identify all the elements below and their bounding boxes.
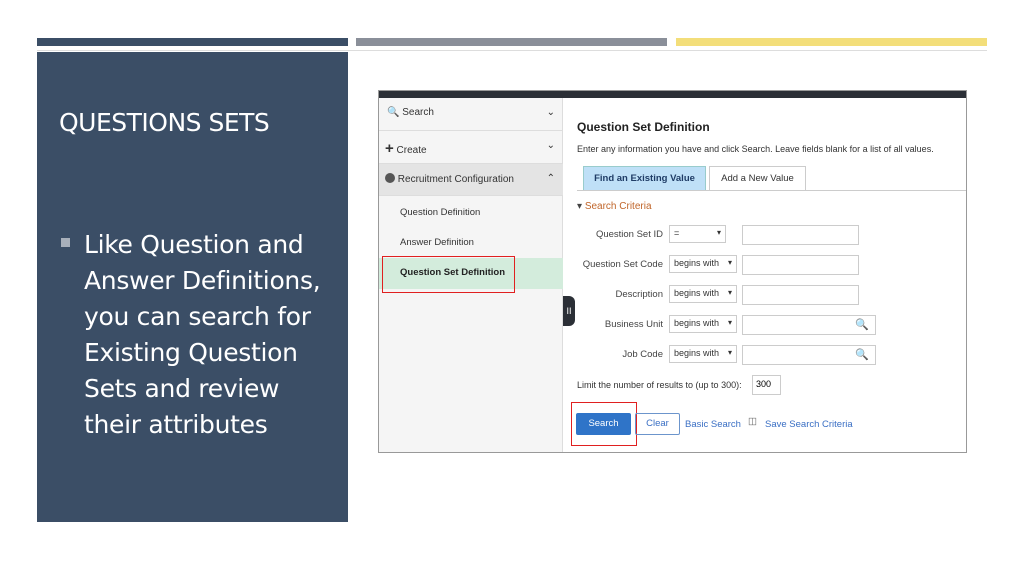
tab-add-new[interactable]: Add a New Value [709, 166, 806, 191]
limit-label: Limit the number of results to (up to 30… [577, 380, 742, 390]
clear-button[interactable]: Clear [635, 413, 680, 435]
gear-icon [385, 173, 395, 183]
chevron-down-icon: ▾ [727, 318, 732, 327]
accent-bar-gray [356, 38, 667, 46]
save-search-criteria-link[interactable]: Save Search Criteria [765, 419, 853, 430]
bullet-icon [61, 238, 70, 247]
search-criteria-header[interactable]: ▾ Search Criteria [577, 201, 652, 212]
highlight-box [382, 256, 515, 293]
select-business-unit[interactable]: begins with ▾ [669, 315, 737, 333]
top-bar [379, 91, 966, 98]
plus-icon: + [385, 140, 394, 157]
select-question-set-code[interactable]: begins with ▾ [669, 255, 737, 273]
lookup-icon[interactable]: 🔍 [855, 318, 869, 331]
label-business-unit: Business Unit [604, 319, 663, 330]
input-business-unit[interactable]: 🔍 [742, 315, 876, 335]
tab-divider [577, 190, 966, 191]
nav-panel: 🔍 Search ⌄ + Create ⌄ Recruitment Configur… [379, 98, 563, 452]
caret-down-icon: ▾ [577, 201, 583, 212]
nav-create[interactable]: + Create ⌄ [379, 131, 563, 164]
nav-question-definition[interactable]: Question Definition [400, 207, 480, 218]
label-description: Description [615, 289, 663, 300]
chevron-down-icon: ⌄ [546, 107, 555, 118]
instructions: Enter any information you have and click… [577, 144, 934, 154]
slide-title: QUESTIONS SETS [59, 108, 270, 137]
select-description[interactable]: begins with ▾ [669, 285, 737, 303]
page-title: Question Set Definition [577, 120, 710, 134]
nav-search[interactable]: 🔍 Search ⌄ [379, 98, 563, 131]
search-icon: 🔍 [387, 107, 400, 118]
chevron-up-icon: ⌃ [546, 173, 555, 184]
screenshot: 🔍 Search ⌄ + Create ⌄ Recruitment Configur… [378, 90, 967, 453]
chevron-down-icon: ▾ [727, 258, 732, 267]
chevron-down-icon: ⌄ [546, 140, 555, 151]
label-question-set-id: Question Set ID [595, 229, 663, 240]
limit-input[interactable]: 300 [752, 375, 781, 395]
bullet-text: Like Question and Answer Definitions, yo… [84, 230, 321, 439]
chevron-down-icon: ▾ [727, 348, 732, 357]
accent-bar-yellow [676, 38, 987, 46]
input-question-set-code[interactable] [742, 255, 859, 275]
chevron-down-icon: ▾ [727, 288, 732, 297]
highlight-box [571, 402, 637, 446]
nav-recruitment-configuration[interactable]: Recruitment Configuration ⌃ [379, 164, 563, 196]
save-icon: ◫ [748, 416, 757, 427]
label-question-set-code: Question Set Code [582, 259, 663, 270]
lookup-icon[interactable]: 🔍 [855, 348, 869, 361]
label-job-code: Job Code [622, 349, 663, 360]
divider [37, 50, 987, 51]
basic-search-link[interactable]: Basic Search [685, 419, 741, 430]
accent-bar-dark [37, 38, 348, 46]
input-job-code[interactable]: 🔍 [742, 345, 876, 365]
nav-answer-definition[interactable]: Answer Definition [400, 237, 474, 248]
tab-find-existing[interactable]: Find an Existing Value [583, 166, 706, 191]
input-question-set-id[interactable] [742, 225, 859, 245]
input-description[interactable] [742, 285, 859, 305]
select-job-code[interactable]: begins with ▾ [669, 345, 737, 363]
chevron-down-icon: ▾ [716, 228, 721, 237]
select-question-set-id[interactable]: = ▾ [669, 225, 726, 243]
